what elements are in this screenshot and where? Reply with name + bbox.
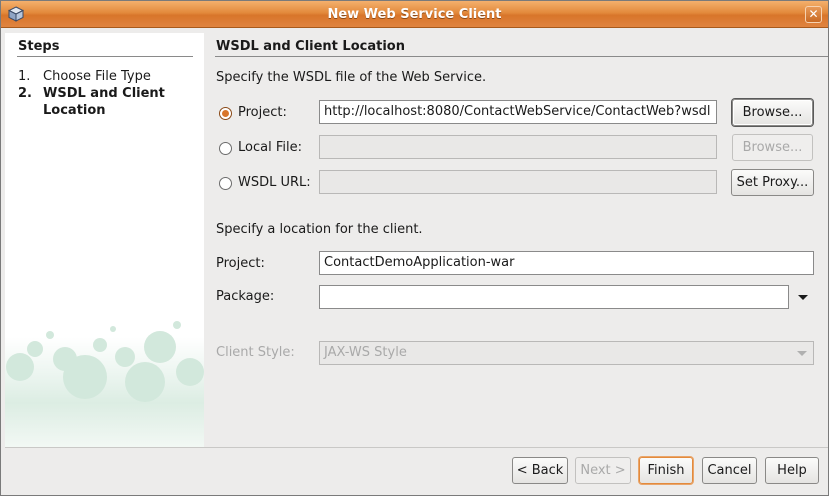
wsdl-url-radio[interactable]: [219, 177, 232, 190]
wsdl-instruction: Specify the WSDL file of the Web Service…: [216, 70, 487, 85]
panel-title: WSDL and Client Location: [216, 39, 405, 54]
client-project-field[interactable]: ContactDemoApplication-war: [319, 251, 814, 275]
step-label: Choose File Type: [43, 69, 151, 84]
project-radio-label[interactable]: Project:: [238, 105, 287, 120]
wsdl-url-radio-label[interactable]: WSDL URL:: [238, 175, 311, 190]
chevron-down-icon[interactable]: [798, 295, 808, 300]
decorative-bubbles-graphic: [5, 321, 204, 447]
step-number: 1.: [18, 69, 31, 84]
back-button[interactable]: < Back: [512, 457, 568, 484]
set-proxy-button[interactable]: Set Proxy...: [731, 169, 814, 196]
project-wsdl-field[interactable]: http://localhost:8080/ContactWebService/…: [319, 100, 717, 124]
client-style-label: Client Style:: [216, 345, 295, 360]
cancel-button[interactable]: Cancel: [702, 457, 757, 484]
chevron-down-icon: [797, 351, 807, 356]
step-item-2: 2. WSDL and Client Location: [18, 85, 183, 119]
help-button[interactable]: Help: [765, 457, 819, 484]
local-file-radio-label[interactable]: Local File:: [238, 140, 302, 155]
panel-divider: [215, 56, 828, 57]
client-project-label: Project:: [216, 256, 265, 271]
steps-panel: Steps 1. Choose File Type 2. WSDL and Clie…: [5, 33, 204, 447]
dialog-window: New Web Service Client ✕ Steps 1. Choose …: [0, 0, 829, 496]
footer-divider: [5, 447, 828, 448]
next-button: Next >: [575, 457, 631, 484]
finish-button[interactable]: Finish: [639, 457, 693, 484]
window-title: New Web Service Client: [327, 7, 502, 22]
close-icon[interactable]: ✕: [805, 6, 822, 23]
browse-button[interactable]: Browse...: [732, 99, 813, 126]
steps-title: Steps: [18, 39, 60, 54]
step-item-1: 1. Choose File Type: [18, 68, 151, 85]
project-radio[interactable]: [219, 107, 232, 120]
package-combobox[interactable]: [319, 285, 789, 309]
title-bar[interactable]: New Web Service Client ✕: [1, 1, 828, 28]
main-panel: WSDL and Client Location Specify the WSD…: [204, 33, 828, 447]
steps-divider: [17, 56, 193, 57]
step-label: WSDL and Client Location: [43, 86, 165, 118]
client-style-select: JAX-WS Style: [319, 341, 814, 365]
location-instruction: Specify a location for the client.: [216, 222, 423, 237]
step-number: 2.: [18, 86, 32, 101]
wsdl-url-field: [319, 170, 717, 194]
local-file-field: [319, 135, 717, 159]
package-label: Package:: [216, 289, 275, 304]
browse-disabled-button: Browse...: [732, 134, 813, 161]
local-file-radio[interactable]: [219, 142, 232, 155]
